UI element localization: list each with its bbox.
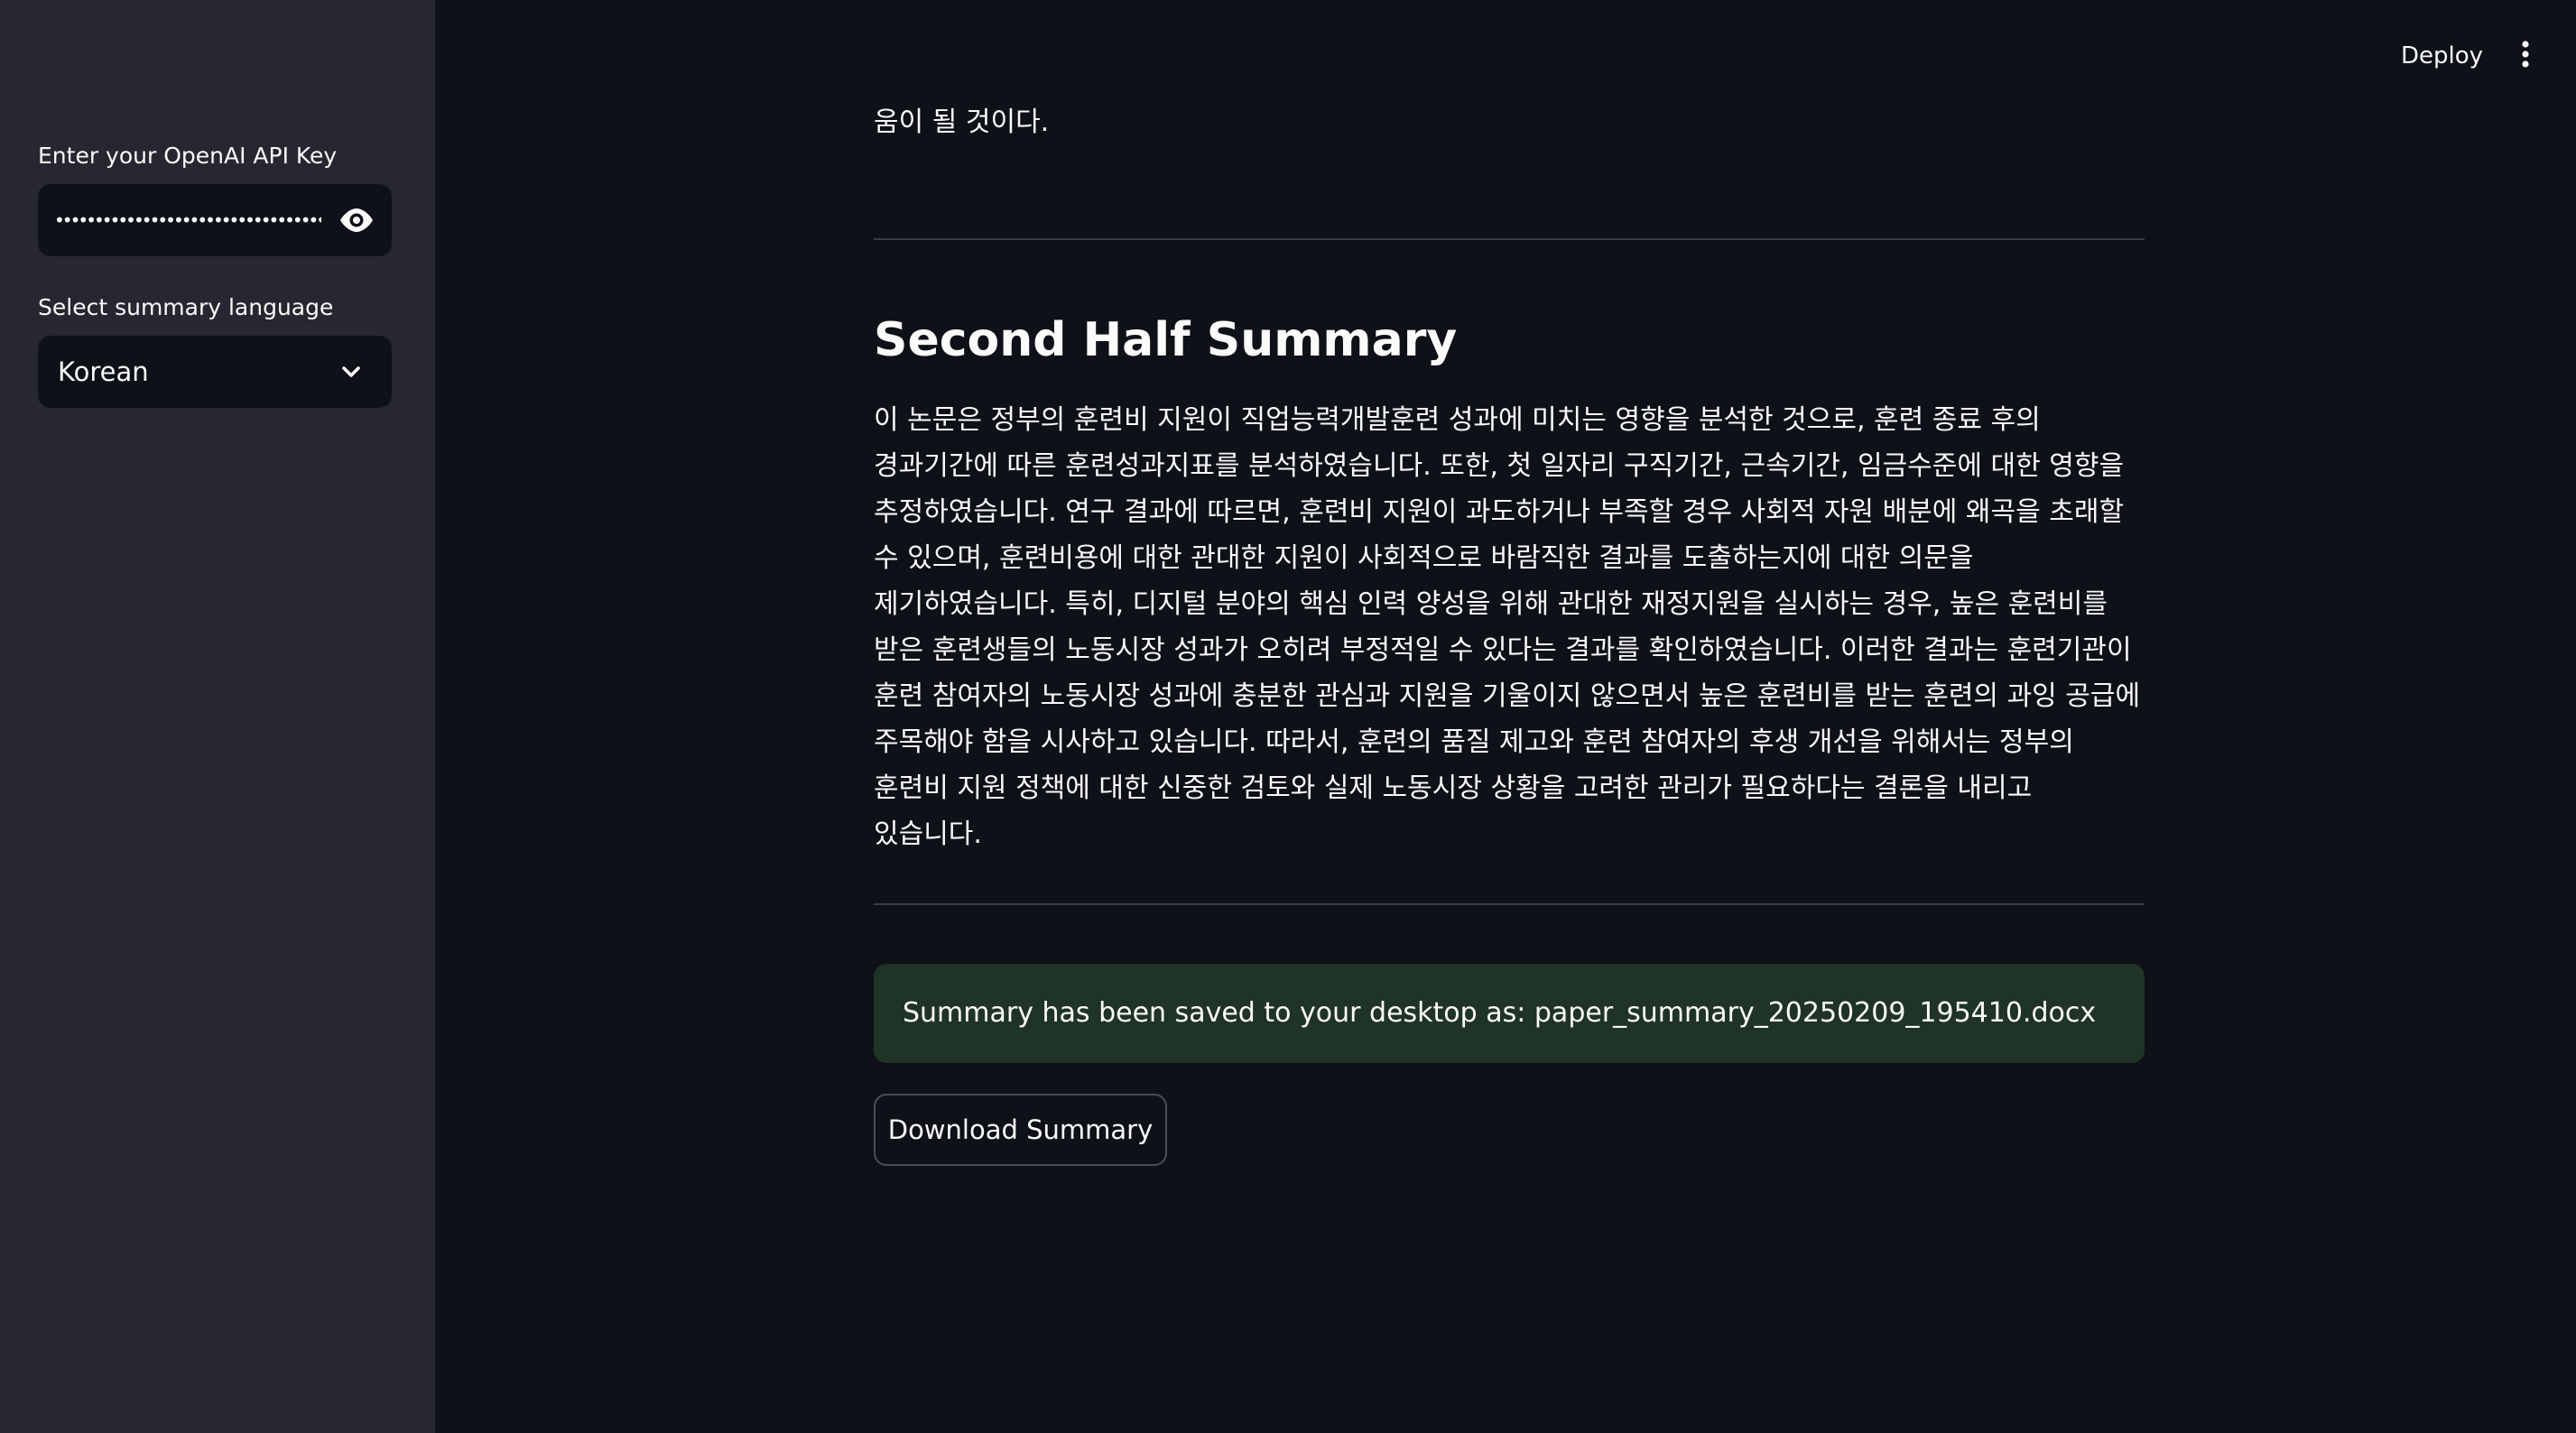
vertical-dots-icon[interactable] xyxy=(2506,29,2545,79)
download-summary-button[interactable]: Download Summary xyxy=(874,1094,1167,1166)
deploy-button[interactable]: Deploy xyxy=(2383,31,2501,81)
app-root: Enter your OpenAI API Key Select summary… xyxy=(0,0,2576,1433)
second-half-summary-text: 이 논문은 정부의 훈련비 지원이 직업능력개발훈련 성과에 미치는 영향을 분… xyxy=(874,404,2141,850)
success-message: Summary has been saved to your desktop a… xyxy=(903,997,2097,1029)
chevron-down-icon xyxy=(342,366,360,377)
divider xyxy=(874,903,2145,905)
divider xyxy=(874,238,2145,240)
sidebar: Enter your OpenAI API Key Select summary… xyxy=(0,0,435,1433)
eye-icon[interactable] xyxy=(336,200,377,240)
api-key-label: Enter your OpenAI API Key xyxy=(38,143,338,169)
language-select[interactable]: Korean xyxy=(38,336,392,408)
success-alert: Summary has been saved to your desktop a… xyxy=(874,964,2145,1063)
language-selected-value: Korean xyxy=(58,356,149,387)
language-label: Select summary language xyxy=(38,294,334,320)
api-key-field xyxy=(38,184,392,256)
second-half-heading: Second Half Summary xyxy=(874,313,1458,367)
api-key-input[interactable] xyxy=(52,184,323,256)
previous-summary-tail: 움이 될 것이다. xyxy=(874,106,1050,138)
